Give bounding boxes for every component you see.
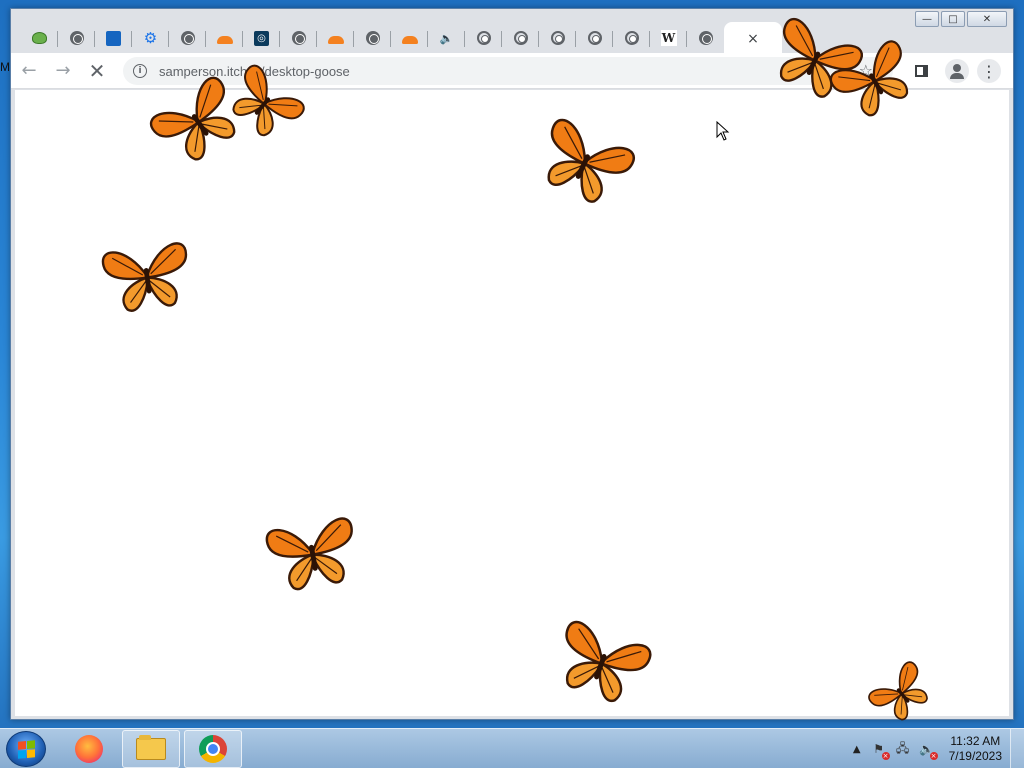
firefox-icon (75, 735, 103, 763)
forward-button[interactable]: → (47, 55, 79, 87)
tab-17[interactable] (613, 24, 650, 52)
minimize-button[interactable]: — (915, 11, 939, 27)
gear-icon: ⚙ (143, 29, 158, 47)
profile-icon[interactable] (945, 59, 969, 83)
globe-icon (180, 30, 196, 46)
tab-list: ⚙ ◎ 🔈 W × + (21, 22, 814, 56)
taskbar: ▲ ⚑ × 🖧 🔈 × 11:32 AM 7/19/2023 (0, 728, 1024, 768)
tab-10[interactable] (354, 24, 391, 52)
butterfly (83, 228, 211, 324)
maximize-button[interactable]: □ (941, 11, 965, 27)
menu-icon[interactable]: ⋮ (977, 59, 1001, 83)
chrome-icon (476, 30, 492, 46)
volume-muted-icon[interactable]: 🔈 × (919, 741, 938, 760)
chrome-icon (550, 30, 566, 46)
cloud-icon (401, 30, 418, 46)
back-button[interactable]: ← (13, 55, 45, 87)
cloud-icon (216, 30, 233, 46)
chrome-icon (513, 30, 529, 46)
frog-icon (32, 30, 48, 46)
folder-icon (136, 735, 166, 760)
tab-14[interactable] (502, 24, 539, 52)
tab-18[interactable]: W (650, 24, 687, 52)
taskbar-firefox[interactable] (60, 730, 118, 768)
show-desktop-button[interactable] (1010, 729, 1024, 768)
tray-expand-icon[interactable]: ▲ (853, 744, 861, 755)
globe-icon (291, 30, 307, 46)
clock[interactable]: 11:32 AM 7/19/2023 (949, 734, 1002, 764)
info-icon[interactable]: i (133, 64, 147, 78)
tab-5[interactable] (169, 24, 206, 52)
tab-2[interactable] (58, 24, 95, 52)
wikipedia-icon: W (660, 30, 677, 46)
start-button[interactable] (6, 731, 46, 767)
cloud-icon (327, 30, 344, 46)
tab-1[interactable] (21, 24, 58, 52)
tab-close-icon[interactable]: × (747, 31, 759, 47)
page-content (15, 90, 1009, 716)
mouse-cursor-icon (716, 121, 730, 141)
clock-time: 11:32 AM (950, 734, 1001, 748)
tab-13[interactable] (465, 24, 502, 52)
windows-logo-icon (17, 739, 35, 759)
globe-icon (698, 30, 714, 46)
network-icon[interactable]: 🖧 (895, 741, 911, 757)
action-center-icon[interactable]: ⚑ × (871, 741, 890, 760)
stop-loading-button[interactable]: ✕ (81, 55, 113, 87)
tab-6[interactable] (206, 24, 243, 52)
globe-icon (69, 30, 85, 46)
taskbar-file-explorer[interactable] (122, 730, 180, 768)
tab-12[interactable]: 🔈 (428, 24, 465, 52)
clock-date: 7/19/2023 (948, 749, 1002, 763)
taskbar-chrome[interactable] (184, 730, 242, 768)
window-controls: — □ ✕ (915, 11, 1007, 27)
globe-icon (365, 30, 381, 46)
tab-19[interactable] (687, 24, 724, 52)
tab-15[interactable] (539, 24, 576, 52)
tab-16[interactable] (576, 24, 613, 52)
close-window-button[interactable]: ✕ (967, 11, 1007, 27)
chrome-icon (199, 735, 227, 763)
tab-9[interactable] (317, 24, 354, 52)
tab-11[interactable] (391, 24, 428, 52)
chrome-icon (587, 30, 603, 46)
speaker-icon: 🔈 (439, 31, 454, 45)
system-tray: ▲ ⚑ × 🖧 🔈 × 11:32 AM 7/19/2023 (853, 729, 1024, 768)
chart-icon (106, 30, 122, 46)
chrome-icon (624, 30, 640, 46)
desktop-edge-text: M (0, 60, 10, 74)
tab-4[interactable]: ⚙ (132, 24, 169, 52)
tab-3[interactable] (95, 24, 132, 52)
